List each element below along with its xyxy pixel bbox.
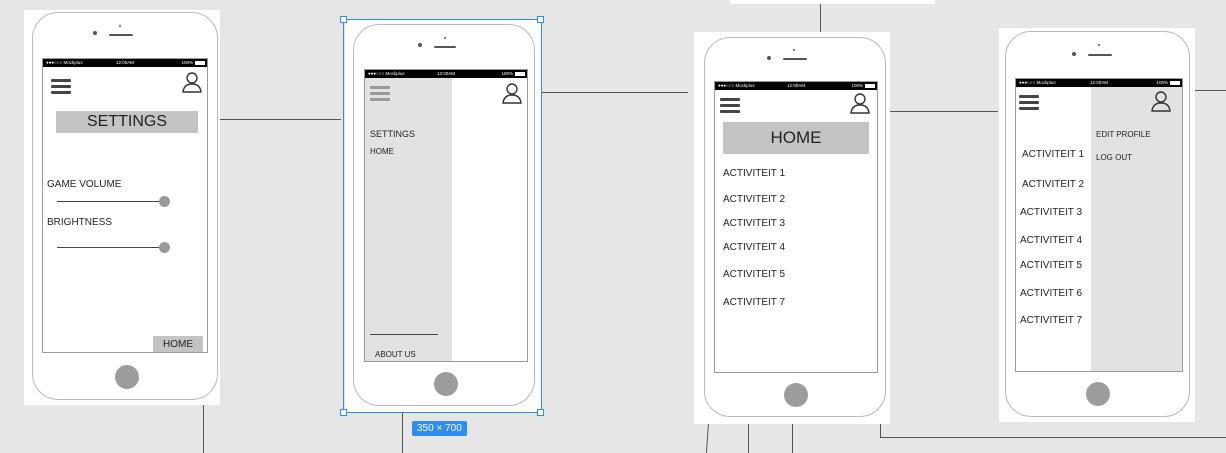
status-bar: ●●●○○○ Mockplus 12:00AM 100% [43, 59, 207, 67]
brightness-slider[interactable] [159, 242, 170, 253]
list-item[interactable]: ACTIVITEIT 1 [723, 168, 785, 179]
list-item[interactable]: ACTIVITEIT 4 [1020, 235, 1082, 246]
menu-item-edit-profile[interactable]: EDIT PROFILE [1096, 130, 1151, 139]
status-time: 12:00AM [786, 83, 806, 88]
status-carrier: ●●●○○○ Mockplus [46, 60, 83, 65]
sensor [119, 25, 121, 27]
user-profile-icon[interactable] [181, 71, 203, 93]
status-battery: 100% [851, 83, 863, 88]
status-carrier: ●●●○○○ Mockplus [1019, 80, 1056, 85]
resize-handle-bottom-left[interactable] [340, 409, 347, 416]
list-item[interactable]: ACTIVITEIT 7 [723, 297, 785, 308]
phone-home-button [1086, 382, 1110, 406]
page-title: SETTINGS [56, 111, 198, 133]
status-carrier: ●●●○○○ Mockplus [718, 83, 755, 88]
selection-outline [343, 19, 542, 413]
battery-icon [195, 61, 205, 65]
hamburger-menu-icon[interactable] [1019, 95, 1039, 113]
connector-line [880, 437, 1226, 438]
list-item[interactable]: ACTIVITEIT 5 [1020, 260, 1082, 271]
phone-frame: ●●●○○○ Mockplus 12:00AM 100% HOME ACTIVI… [704, 37, 886, 417]
user-profile-icon[interactable] [1150, 90, 1172, 112]
camera [93, 31, 97, 35]
top-artboard-edge [730, 0, 935, 4]
phone-screen: ●●●○○○ Mockplus 12:00AM 100% HOME ACTIVI… [714, 81, 878, 373]
list-item[interactable]: ACTIVITEIT 1 [1022, 149, 1084, 160]
sensor [793, 49, 795, 51]
speaker [783, 58, 807, 60]
status-bar: ●●●○○○ Mockplus 12:00AM 100% [715, 82, 877, 90]
list-item[interactable]: ACTIVITEIT 3 [1020, 207, 1082, 218]
list-item[interactable]: ACTIVITEIT 2 [723, 194, 785, 205]
connector-line [200, 119, 341, 120]
page-title: HOME [723, 122, 869, 154]
list-item[interactable]: ACTIVITEIT 6 [1020, 288, 1082, 299]
home-button[interactable]: HOME [153, 336, 203, 352]
camera [767, 56, 771, 60]
connector-line [820, 0, 821, 32]
game-volume-track [57, 201, 165, 202]
phone-frame: ●●●○○○ Mockplus 12:00AM 100% EDIT PROFIL… [1005, 31, 1190, 417]
status-battery: 100% [181, 60, 193, 65]
brightness-track [57, 247, 165, 248]
camera [1072, 52, 1076, 56]
resize-handle-bottom-right[interactable] [537, 409, 544, 416]
list-item[interactable]: ACTIVITEIT 4 [723, 242, 785, 253]
hamburger-menu-icon[interactable] [720, 98, 740, 116]
sensor [1098, 44, 1100, 46]
list-item[interactable]: ACTIVITEIT 3 [723, 218, 785, 229]
status-time: 12:00AM [115, 60, 135, 65]
artboard-home[interactable]: ●●●○○○ Mockplus 12:00AM 100% HOME ACTIVI… [694, 32, 890, 424]
list-item[interactable]: ACTIVITEIT 5 [723, 269, 785, 280]
menu-item-log-out[interactable]: LOG OUT [1096, 153, 1132, 162]
phone-frame: ●●●○○○ Mockplus 12:00AM 100% SETTINGS GA… [32, 12, 218, 400]
battery-icon [1170, 81, 1180, 85]
status-battery: 100% [1156, 80, 1168, 85]
connector-line [541, 92, 688, 93]
game-volume-slider[interactable] [159, 196, 170, 207]
dimension-badge: 350 × 700 [412, 421, 467, 436]
artboard-profile-menu[interactable]: ●●●○○○ Mockplus 12:00AM 100% EDIT PROFIL… [999, 28, 1195, 422]
phone-screen: ●●●○○○ Mockplus 12:00AM 100% SETTINGS GA… [42, 58, 208, 353]
phone-screen: ●●●○○○ Mockplus 12:00AM 100% EDIT PROFIL… [1015, 78, 1183, 372]
speaker [109, 34, 133, 36]
game-volume-label: GAME VOLUME [47, 179, 122, 190]
list-item[interactable]: ACTIVITEIT 7 [1020, 315, 1082, 326]
hamburger-menu-icon[interactable] [51, 79, 71, 97]
resize-handle-top-left[interactable] [340, 16, 347, 23]
status-bar: ●●●○○○ Mockplus 12:00AM 100% [1016, 79, 1182, 87]
brightness-label: BRIGHTNESS [47, 217, 113, 228]
phone-home-button [784, 383, 808, 407]
phone-home-button [115, 365, 139, 389]
connector-line [880, 111, 998, 112]
speaker [1088, 54, 1112, 56]
artboard-settings[interactable]: ●●●○○○ Mockplus 12:00AM 100% SETTINGS GA… [24, 10, 220, 405]
battery-icon [865, 84, 875, 88]
status-time: 12:00AM [1089, 80, 1109, 85]
user-profile-icon[interactable] [849, 92, 871, 114]
resize-handle-top-right[interactable] [537, 16, 544, 23]
list-item[interactable]: ACTIVITEIT 2 [1022, 179, 1084, 190]
